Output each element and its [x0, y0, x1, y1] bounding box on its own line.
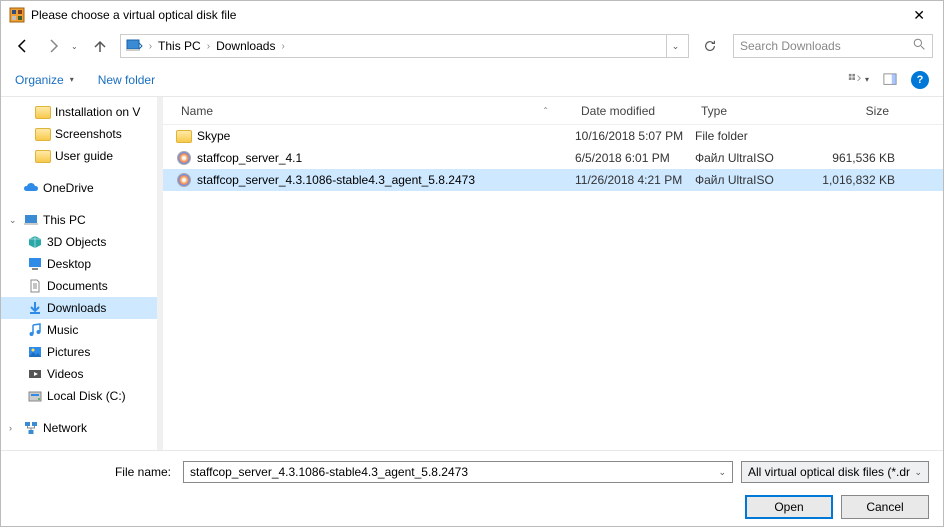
chevron-down-icon[interactable]: ⌄ — [914, 467, 922, 478]
sidebar-item-downloads[interactable]: Downloads — [1, 297, 157, 319]
pc-icon — [23, 212, 39, 228]
sort-indicator-icon: ⌃ — [542, 106, 549, 115]
sidebar-onedrive[interactable]: OneDrive — [1, 177, 157, 199]
documents-icon — [27, 278, 43, 294]
column-size[interactable]: Size — [805, 104, 895, 118]
folder-icon — [35, 148, 51, 164]
breadcrumb-sep[interactable]: › — [279, 41, 286, 52]
forward-button[interactable] — [41, 34, 65, 58]
breadcrumb-root[interactable]: This PC — [154, 39, 205, 53]
3d-icon — [27, 234, 43, 250]
sidebar: Installation on VScreenshotsUser guide On… — [1, 97, 157, 451]
bottom-bar: File name: staffcop_server_4.3.1086-stab… — [1, 450, 943, 526]
column-headers[interactable]: Name⌃ Date modified Type Size — [163, 97, 943, 125]
column-name[interactable]: Name⌃ — [175, 104, 575, 118]
expand-icon[interactable]: › — [9, 423, 19, 433]
file-name: Skype — [197, 129, 575, 143]
cancel-button[interactable]: Cancel — [841, 495, 929, 519]
search-input[interactable]: Search Downloads — [733, 34, 933, 58]
filename-label: File name: — [15, 465, 175, 479]
help-button[interactable]: ? — [911, 71, 929, 89]
main-area: Installation on VScreenshotsUser guide On… — [1, 97, 943, 451]
file-size: 961,536 KB — [805, 151, 895, 165]
disk-icon — [27, 388, 43, 404]
file-type: Файл UltraISO — [695, 151, 805, 165]
column-type[interactable]: Type — [695, 104, 805, 118]
file-list: Skype 10/16/2018 5:07 PM File folder sta… — [163, 125, 943, 191]
close-button[interactable]: ✕ — [903, 3, 935, 28]
file-row[interactable]: staffcop_server_4.3.1086-stable4.3_agent… — [163, 169, 943, 191]
downloads-icon — [27, 300, 43, 316]
breadcrumb[interactable]: › This PC › Downloads › ⌄ — [120, 34, 689, 58]
navbar: ⌄ › This PC › Downloads › ⌄ Search Downl… — [1, 29, 943, 63]
history-dropdown[interactable]: ⌄ — [71, 42, 78, 51]
sidebar-item[interactable]: Screenshots — [1, 123, 157, 145]
sidebar-item[interactable]: Installation on V — [1, 101, 157, 123]
file-date: 10/16/2018 5:07 PM — [575, 129, 695, 143]
file-date: 6/5/2018 6:01 PM — [575, 151, 695, 165]
up-button[interactable] — [88, 34, 112, 58]
desktop-icon — [27, 256, 43, 272]
breadcrumb-sep[interactable]: › — [205, 41, 212, 52]
file-date: 11/26/2018 4:21 PM — [575, 173, 695, 187]
sidebar-item-music[interactable]: Music — [1, 319, 157, 341]
chevron-down-icon[interactable]: ⌄ — [718, 467, 726, 478]
refresh-button[interactable] — [699, 35, 721, 57]
collapse-icon[interactable]: ⌄ — [9, 215, 19, 226]
search-icon — [913, 38, 926, 54]
disc-icon — [175, 151, 193, 165]
music-icon — [27, 322, 43, 338]
filename-input[interactable]: staffcop_server_4.3.1086-stable4.3_agent… — [183, 461, 733, 483]
file-name: staffcop_server_4.1 — [197, 151, 575, 165]
column-date[interactable]: Date modified — [575, 104, 695, 118]
titlebar: Please choose a virtual optical disk fil… — [1, 1, 943, 29]
sidebar-network[interactable]: ›Network — [1, 417, 157, 439]
folder-icon — [35, 104, 51, 120]
file-row[interactable]: staffcop_server_4.1 6/5/2018 6:01 PM Фай… — [163, 147, 943, 169]
file-size: 1,016,832 KB — [805, 173, 895, 187]
breadcrumb-folder[interactable]: Downloads — [212, 39, 279, 53]
app-icon — [9, 7, 25, 23]
breadcrumb-dropdown[interactable]: ⌄ — [666, 35, 684, 57]
disc-icon — [175, 173, 193, 187]
newfolder-button[interactable]: New folder — [98, 73, 155, 87]
file-area: Name⌃ Date modified Type Size Skype 10/1… — [163, 97, 943, 451]
open-button[interactable]: Open — [745, 495, 833, 519]
folder-icon — [35, 126, 51, 142]
organize-menu[interactable]: Organize▾ — [15, 73, 74, 87]
back-button[interactable] — [11, 34, 35, 58]
network-icon — [23, 420, 39, 436]
sidebar-item-pictures[interactable]: Pictures — [1, 341, 157, 363]
breadcrumb-sep[interactable]: › — [147, 41, 154, 52]
pc-icon — [125, 37, 143, 55]
filetype-filter[interactable]: All virtual optical disk files (*.dr ⌄ — [741, 461, 929, 483]
toolbar: Organize▾ New folder ▾ ? — [1, 63, 943, 97]
window-title: Please choose a virtual optical disk fil… — [31, 8, 903, 22]
file-type: File folder — [695, 129, 805, 143]
folder-icon — [175, 130, 193, 143]
file-type: Файл UltraISO — [695, 173, 805, 187]
sidebar-item-documents[interactable]: Documents — [1, 275, 157, 297]
sidebar-item[interactable]: User guide — [1, 145, 157, 167]
search-placeholder: Search Downloads — [740, 39, 913, 53]
view-icons-button[interactable]: ▾ — [847, 69, 869, 91]
sidebar-item-videos[interactable]: Videos — [1, 363, 157, 385]
sidebar-thispc[interactable]: ⌄This PC — [1, 209, 157, 231]
pictures-icon — [27, 344, 43, 360]
sidebar-item-3d[interactable]: 3D Objects — [1, 231, 157, 253]
videos-icon — [27, 366, 43, 382]
preview-pane-button[interactable] — [879, 69, 901, 91]
file-name: staffcop_server_4.3.1086-stable4.3_agent… — [197, 173, 575, 187]
onedrive-icon — [23, 180, 39, 196]
sidebar-item-disk[interactable]: Local Disk (C:) — [1, 385, 157, 407]
file-row[interactable]: Skype 10/16/2018 5:07 PM File folder — [163, 125, 943, 147]
sidebar-item-desktop[interactable]: Desktop — [1, 253, 157, 275]
